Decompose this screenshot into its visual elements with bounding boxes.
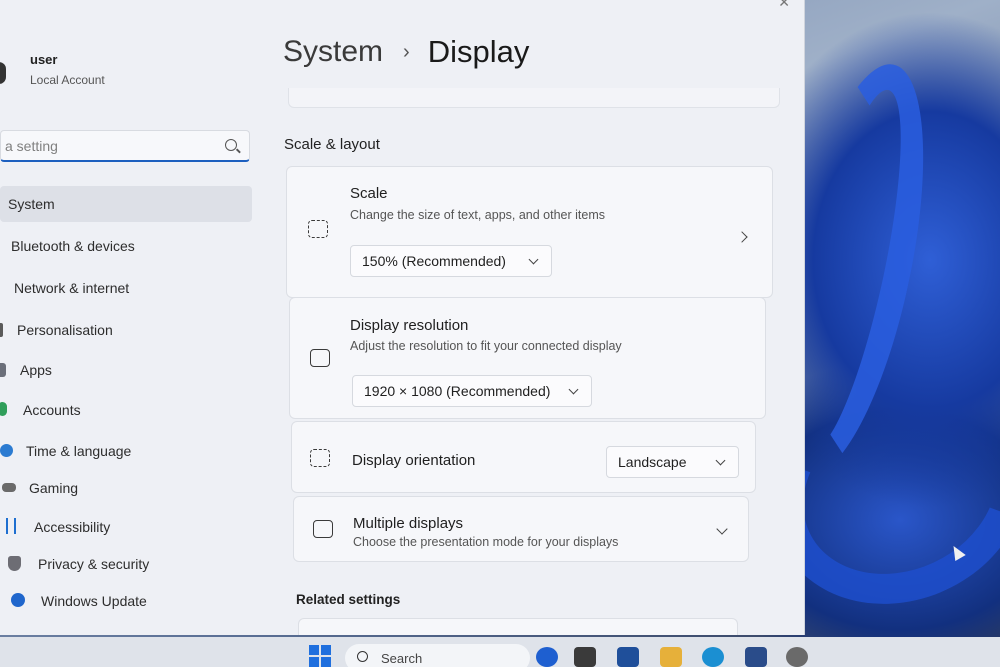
- sidebar-item-apps[interactable]: Apps: [0, 352, 260, 388]
- sidebar-item-accessibility[interactable]: Accessibility: [0, 509, 260, 545]
- sidebar-item-label: Time & language: [26, 443, 132, 459]
- sidebar-item-gaming[interactable]: Gaming: [0, 470, 260, 506]
- sidebar-item-label: Accessibility: [34, 519, 111, 535]
- store-icon[interactable]: [745, 647, 767, 667]
- sidebar-item-label: Bluetooth & devices: [11, 238, 135, 254]
- search-icon[interactable]: [225, 139, 237, 151]
- display-orientation-card: Display orientation Landscape: [291, 421, 756, 493]
- chevron-right-icon[interactable]: [736, 231, 748, 243]
- resolution-icon: [310, 349, 330, 367]
- multiple-displays-title: Multiple displays: [353, 515, 464, 532]
- resolution-dropdown[interactable]: 1920 × 1080 (Recommended): [352, 375, 592, 407]
- sidebar-item-bluetooth[interactable]: Bluetooth & devices: [0, 228, 260, 264]
- scale-value: 150% (Recommended): [362, 253, 506, 269]
- person-icon: [0, 402, 7, 416]
- multiple-displays-icon: [313, 520, 333, 538]
- breadcrumb: System › Display: [283, 34, 529, 70]
- display-resolution-card: Display resolution Adjust the resolution…: [289, 297, 766, 419]
- sidebar-item-privacy-security[interactable]: Privacy & security: [0, 546, 260, 582]
- sidebar-item-label: Privacy & security: [38, 556, 150, 572]
- brush-icon: [0, 323, 3, 337]
- sidebar-item-network[interactable]: Network & internet: [0, 270, 260, 306]
- close-icon[interactable]: ✕: [778, 0, 790, 11]
- scale-card[interactable]: Scale Change the size of text, apps, and…: [286, 166, 773, 298]
- sidebar-item-label: Gaming: [29, 480, 79, 496]
- resolution-description: Adjust the resolution to fit your connec…: [350, 339, 622, 353]
- avatar: [0, 62, 6, 84]
- chevron-down-icon: [568, 384, 579, 395]
- sidebar-item-accounts[interactable]: Accounts: [0, 392, 260, 428]
- orientation-icon: [310, 449, 330, 467]
- sidebar-item-label: System: [8, 196, 55, 212]
- sidebar-item-personalisation[interactable]: Personalisation: [0, 312, 260, 348]
- taskbar-search-box[interactable]: Search: [345, 644, 530, 667]
- chevron-down-icon[interactable]: [716, 523, 728, 535]
- sidebar: user Local Account System Bluetooth & de…: [0, 0, 265, 635]
- scale-dropdown[interactable]: 150% (Recommended): [350, 245, 552, 277]
- breadcrumb-separator-icon: ›: [403, 40, 410, 63]
- user-info: user Local Account: [30, 52, 105, 87]
- teams-icon[interactable]: [617, 647, 639, 667]
- orientation-dropdown[interactable]: Landscape: [606, 446, 739, 478]
- scale-description: Change the size of text, apps, and other…: [350, 208, 606, 222]
- bing-chat-icon[interactable]: [536, 647, 558, 667]
- related-settings-card[interactable]: [298, 618, 738, 635]
- sidebar-nav: System Bluetooth & devices Network & int…: [0, 186, 260, 619]
- multiple-displays-card[interactable]: Multiple displays Choose the presentatio…: [293, 496, 749, 562]
- scale-title: Scale: [350, 185, 388, 202]
- taskbar: Search: [0, 637, 1000, 667]
- sidebar-item-label: Personalisation: [17, 322, 113, 338]
- sidebar-item-label: Network & internet: [14, 280, 130, 296]
- account-type: Local Account: [30, 73, 105, 87]
- multiple-displays-description: Choose the presentation mode for your di…: [353, 535, 619, 549]
- user-name: user: [30, 52, 58, 67]
- apps-icon: [0, 363, 6, 377]
- sidebar-item-label: Accounts: [23, 402, 81, 418]
- scale-icon: [308, 220, 328, 238]
- chevron-down-icon: [528, 254, 539, 265]
- chevron-down-icon: [715, 455, 726, 466]
- file-explorer-icon[interactable]: [660, 647, 682, 667]
- related-settings-heading: Related settings: [296, 592, 401, 607]
- settings-gear-icon[interactable]: [786, 647, 808, 667]
- gamepad-icon: [2, 483, 16, 492]
- accessibility-icon: [6, 518, 16, 534]
- orientation-title: Display orientation: [352, 452, 476, 469]
- search-input[interactable]: [5, 137, 215, 154]
- globe-icon: [0, 444, 13, 457]
- windows-start-icon[interactable]: [309, 645, 331, 667]
- resolution-value: 1920 × 1080 (Recommended): [364, 383, 551, 399]
- section-title: Scale & layout: [284, 136, 380, 153]
- sidebar-item-windows-update[interactable]: Windows Update: [0, 583, 260, 619]
- page-title: Display: [427, 34, 530, 69]
- taskbar-search-label: Search: [381, 650, 423, 666]
- breadcrumb-parent[interactable]: System: [283, 35, 383, 69]
- previous-card-edge: [288, 88, 780, 108]
- task-view-icon[interactable]: [574, 647, 596, 667]
- settings-window: ✕ user Local Account System Bluetooth & …: [0, 0, 805, 635]
- update-icon: [11, 593, 25, 607]
- shield-icon: [8, 556, 21, 571]
- resolution-title: Display resolution: [350, 317, 469, 334]
- sidebar-item-time-language[interactable]: Time & language: [0, 433, 260, 469]
- sidebar-item-system[interactable]: System: [0, 186, 252, 222]
- search-icon: [357, 651, 368, 662]
- sidebar-item-label: Apps: [20, 362, 52, 378]
- orientation-value: Landscape: [618, 454, 687, 470]
- settings-search-box[interactable]: [0, 130, 250, 162]
- edge-icon[interactable]: [702, 647, 724, 667]
- sidebar-item-label: Windows Update: [41, 593, 147, 609]
